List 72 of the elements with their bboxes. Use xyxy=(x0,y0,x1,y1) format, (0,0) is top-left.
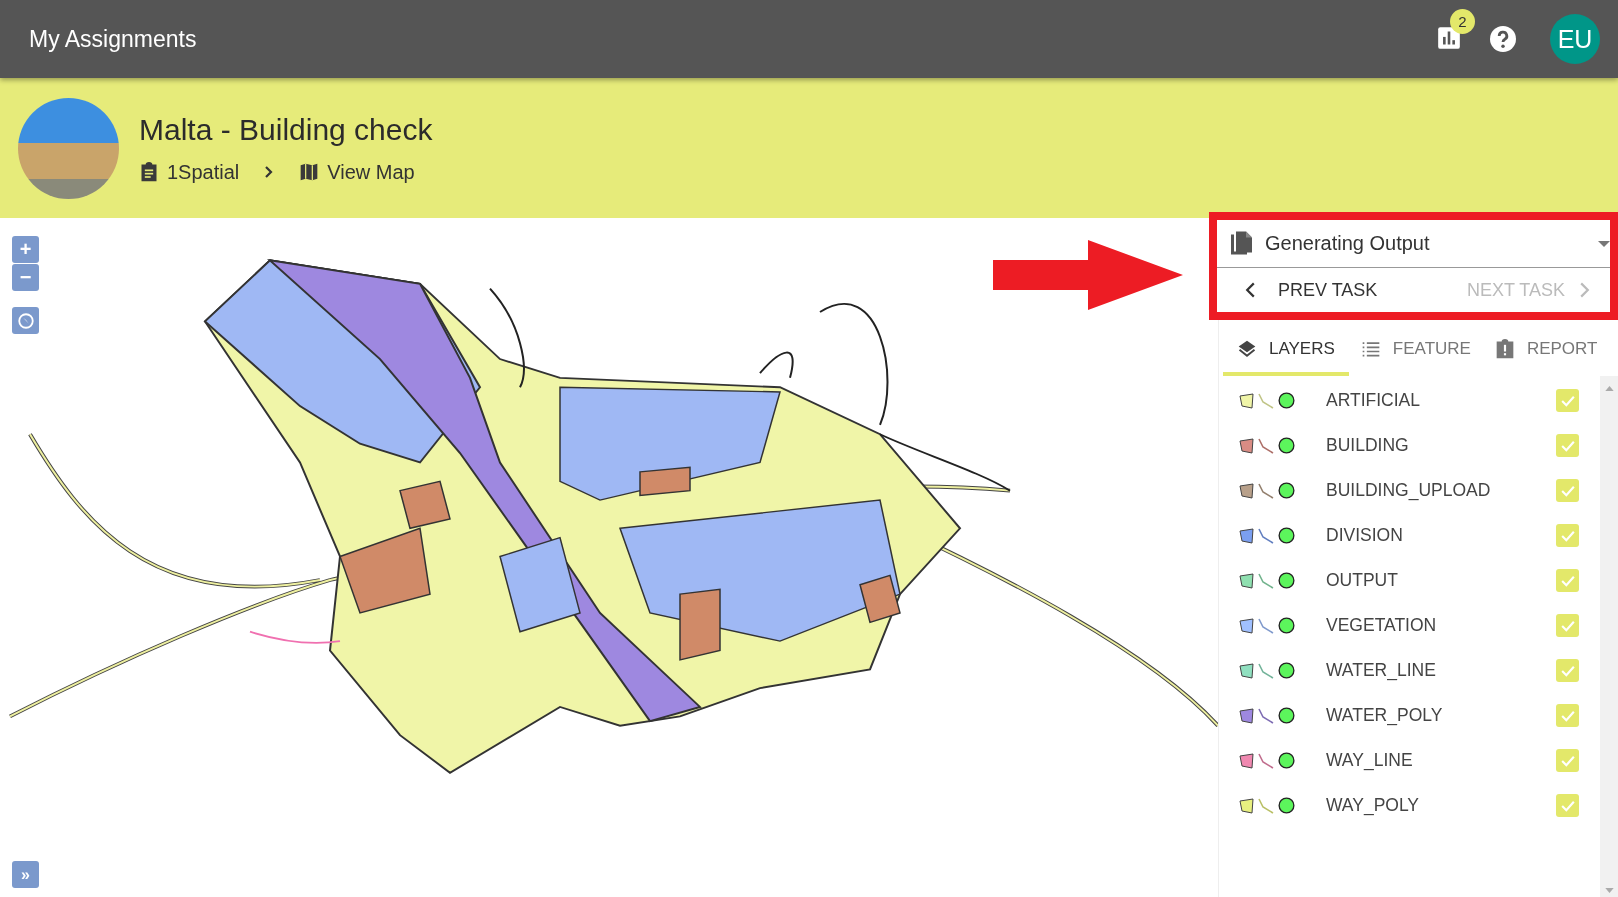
expand-panel-button[interactable]: » xyxy=(12,861,39,888)
layer-name: WATER_LINE xyxy=(1326,660,1437,681)
layer-name: OUTPUT xyxy=(1326,570,1399,591)
line-style-icon xyxy=(1258,707,1274,724)
chevron-right-icon xyxy=(263,164,274,180)
layer-checkbox[interactable] xyxy=(1556,704,1579,727)
task-dropdown[interactable]: Generating Output xyxy=(1217,220,1610,268)
map-icon xyxy=(299,162,320,182)
layer-checkbox[interactable] xyxy=(1556,614,1579,637)
task-name: Generating Output xyxy=(1265,232,1431,255)
line-style-icon xyxy=(1258,617,1274,634)
bar-chart-icon[interactable] xyxy=(1436,25,1462,51)
line-style-icon xyxy=(1258,572,1274,589)
user-avatar[interactable]: EU xyxy=(1550,14,1600,64)
line-style-icon xyxy=(1258,752,1274,769)
layer-checkbox[interactable] xyxy=(1556,569,1579,592)
point-style-icon xyxy=(1278,437,1295,454)
point-style-icon xyxy=(1278,527,1295,544)
panel-tab[interactable]: LAYERS xyxy=(1223,320,1349,376)
line-style-icon xyxy=(1258,392,1274,409)
layer-checkbox[interactable] xyxy=(1556,389,1579,412)
layer-name: VEGETATION xyxy=(1326,615,1438,636)
caret-icon xyxy=(1598,240,1610,247)
point-style-icon xyxy=(1278,797,1295,814)
point-style-icon xyxy=(1278,392,1295,409)
layer-checkbox[interactable] xyxy=(1556,794,1579,817)
layer-name: WATER_POLY xyxy=(1326,705,1444,726)
compass-button[interactable] xyxy=(12,307,39,334)
line-style-icon xyxy=(1258,797,1274,814)
line-style-icon xyxy=(1258,527,1274,544)
layer-checkbox[interactable] xyxy=(1556,434,1579,457)
layer-name: BUILDING xyxy=(1326,435,1410,456)
scroll-down-icon[interactable] xyxy=(1604,888,1614,893)
panel-tab[interactable]: FEATURE xyxy=(1348,320,1483,376)
prev-task-button[interactable]: PREV TASK xyxy=(1245,279,1378,301)
app-title: My Assignments xyxy=(29,25,197,53)
layer-name: WAY_POLY xyxy=(1326,795,1421,816)
report-icon xyxy=(1494,339,1515,359)
breadcrumb-link[interactable]: View Map xyxy=(299,160,415,184)
layers-icon xyxy=(1237,339,1257,359)
panel-tab[interactable]: REPORT xyxy=(1482,320,1610,376)
scrollbar[interactable] xyxy=(1600,376,1618,897)
scroll-up-icon[interactable] xyxy=(1604,386,1614,391)
point-style-icon xyxy=(1278,572,1295,589)
point-style-icon xyxy=(1278,707,1295,724)
point-style-icon xyxy=(1278,617,1295,634)
layer-name: DIVISION xyxy=(1326,525,1404,546)
layer-name: BUILDING_UPLOAD xyxy=(1326,480,1492,501)
layer-checkbox[interactable] xyxy=(1556,749,1579,772)
list-icon xyxy=(1360,339,1381,359)
zoom-out-button[interactable]: − xyxy=(12,264,39,291)
layer-name: ARTIFICIAL xyxy=(1326,390,1421,411)
notification-badge: 2 xyxy=(1450,9,1475,34)
chevron-right-icon xyxy=(1579,281,1590,299)
layer-name: WAY_LINE xyxy=(1326,750,1414,771)
compass-icon xyxy=(16,311,35,330)
clipboard-icon xyxy=(139,162,159,182)
project-title: Malta - Building check xyxy=(139,112,433,147)
line-style-icon xyxy=(1258,437,1274,454)
point-style-icon xyxy=(1278,752,1295,769)
chevron-left-icon xyxy=(1245,281,1256,299)
documents-icon xyxy=(1229,230,1253,257)
line-style-icon xyxy=(1258,482,1274,499)
layer-checkbox[interactable] xyxy=(1556,524,1579,547)
help-icon[interactable] xyxy=(1490,26,1516,52)
point-style-icon xyxy=(1278,662,1295,679)
layer-checkbox[interactable] xyxy=(1556,659,1579,682)
layer-checkbox[interactable] xyxy=(1556,479,1579,502)
line-style-icon xyxy=(1258,662,1274,679)
breadcrumb-link[interactable]: 1Spatial xyxy=(139,160,240,184)
zoom-in-button[interactable]: + xyxy=(12,236,39,263)
point-style-icon xyxy=(1278,482,1295,499)
